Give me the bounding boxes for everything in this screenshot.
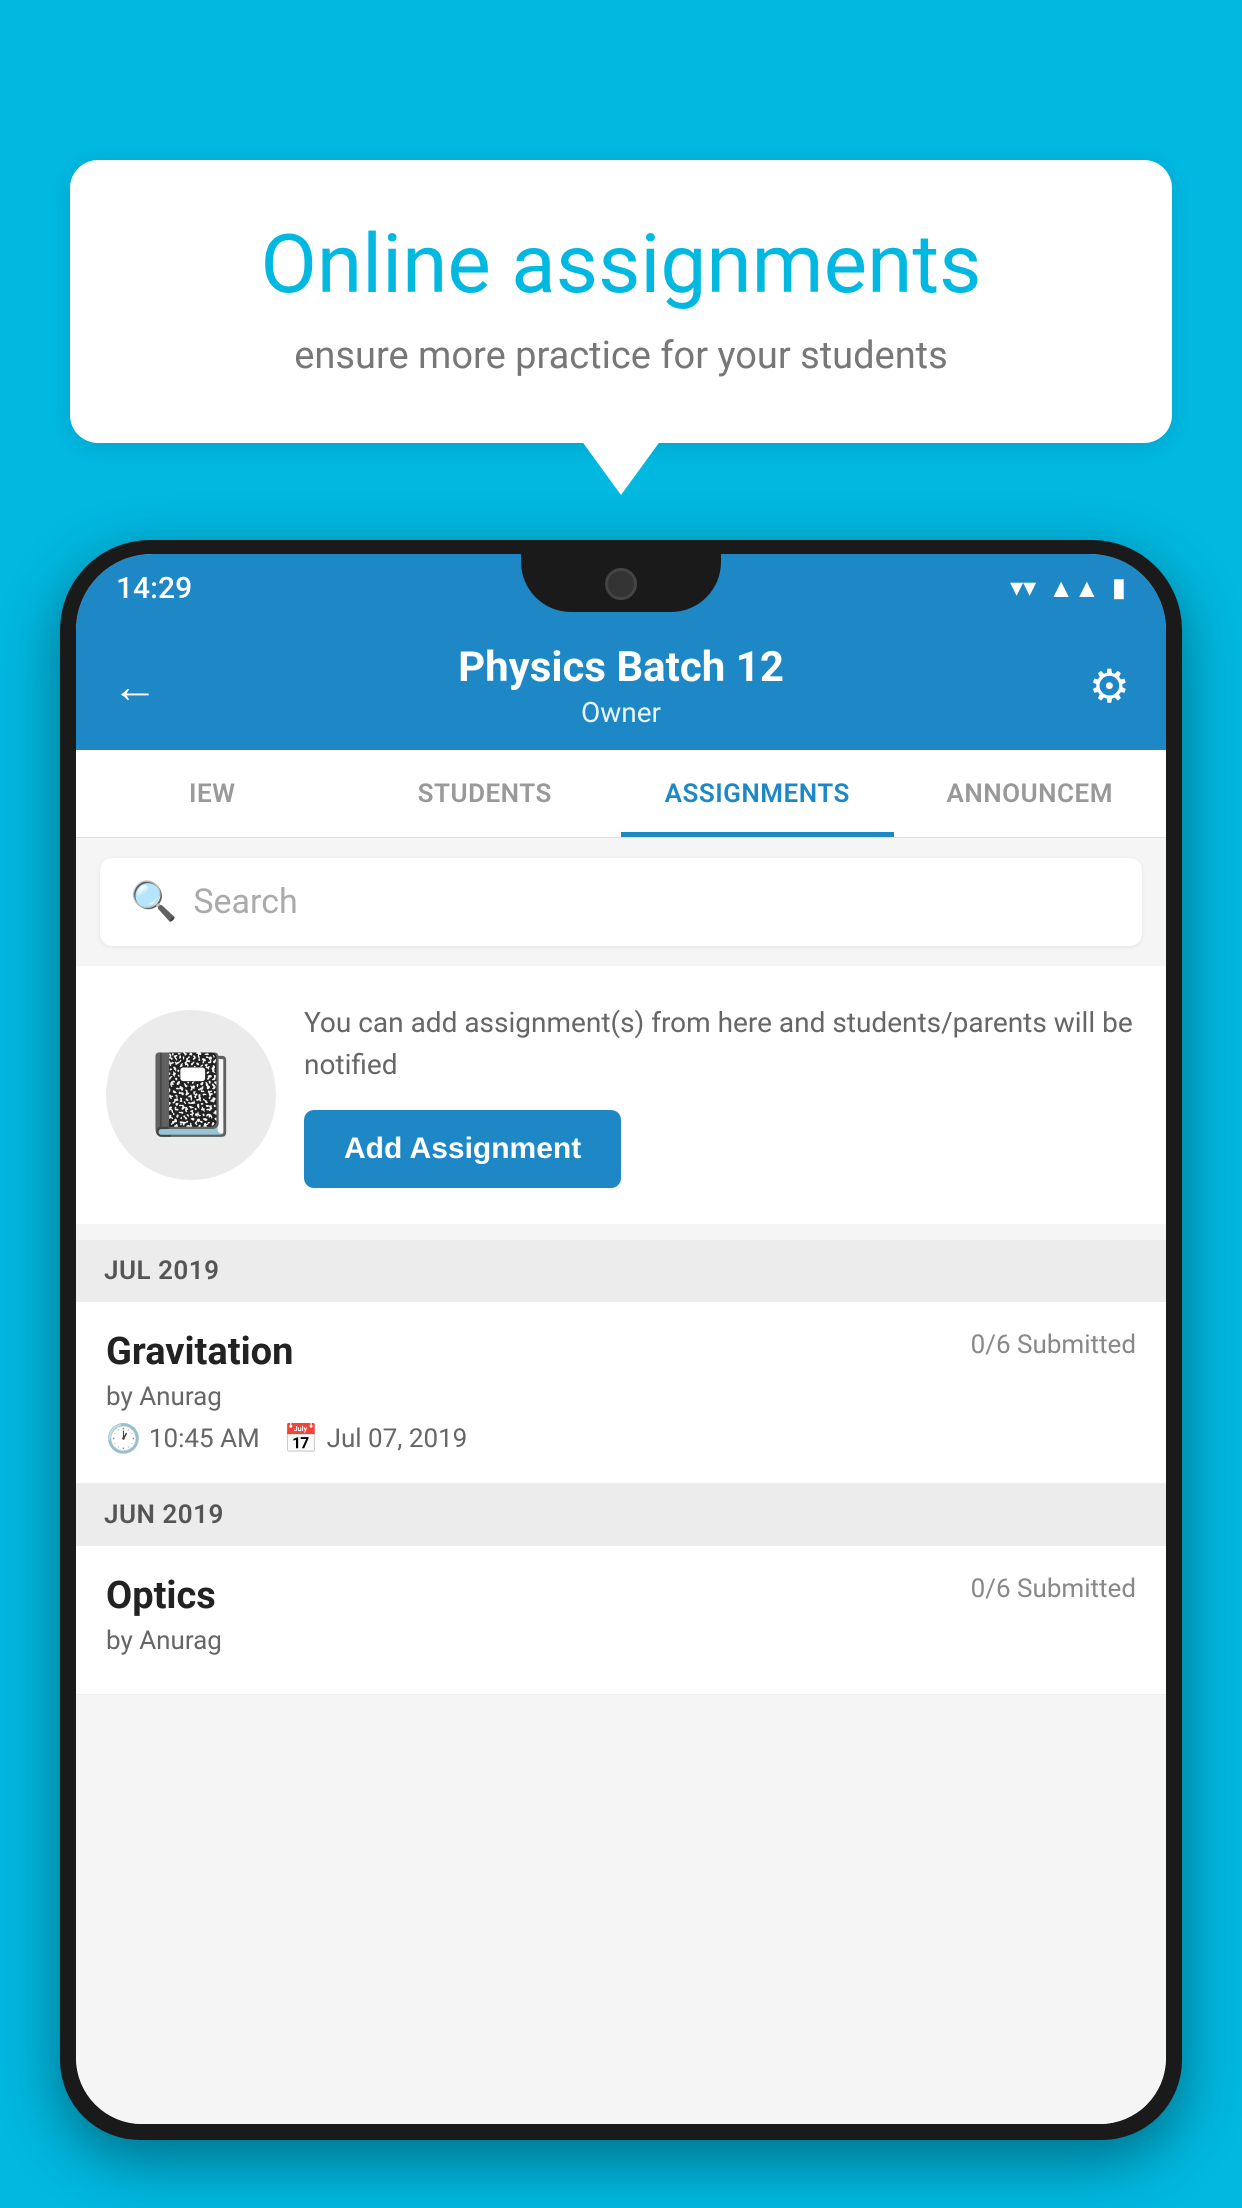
promo-icon-circle: 📓: [106, 1010, 276, 1180]
assignment-submitted: 0/6 Submitted: [971, 1330, 1136, 1360]
clock-icon: 🕐: [106, 1422, 141, 1455]
calendar-icon: 📅: [284, 1422, 319, 1455]
section-header-jun: JUN 2019: [76, 1484, 1166, 1546]
section-header-jul: JUL 2019: [76, 1240, 1166, 1302]
add-assignment-button[interactable]: Add Assignment: [304, 1110, 621, 1188]
wifi-icon: ▾▾: [1010, 573, 1036, 603]
settings-button[interactable]: ⚙: [1089, 659, 1130, 714]
tab-announcements[interactable]: ANNOUNCEM: [894, 750, 1167, 837]
status-icons: ▾▾ ▲▲ ▮: [1010, 573, 1126, 604]
search-icon: 🔍: [130, 880, 177, 924]
assignment-by: by Anurag: [106, 1382, 1136, 1412]
assignment-time: 🕐 10:45 AM: [106, 1422, 260, 1455]
assignment-name-optics: Optics: [106, 1574, 216, 1618]
tabs-bar: IEW STUDENTS ASSIGNMENTS ANNOUNCEM: [76, 750, 1166, 838]
status-time: 14:29: [116, 571, 192, 606]
promo-text-group: You can add assignment(s) from here and …: [304, 1002, 1136, 1188]
assignment-meta: 🕐 10:45 AM 📅 Jul 07, 2019: [106, 1422, 1136, 1455]
tab-students[interactable]: STUDENTS: [349, 750, 622, 837]
promo-bubble: Online assignments ensure more practice …: [70, 160, 1172, 443]
assignment-date: 📅 Jul 07, 2019: [284, 1422, 468, 1455]
signal-icon: ▲▲: [1048, 573, 1099, 604]
header-title-group: Physics Batch 12 Owner: [458, 643, 784, 729]
battery-icon: ▮: [1112, 573, 1126, 603]
notebook-icon: 📓: [141, 1048, 241, 1142]
tab-iew[interactable]: IEW: [76, 750, 349, 837]
batch-title: Physics Batch 12: [458, 643, 784, 692]
search-bar[interactable]: 🔍 Search: [100, 858, 1142, 946]
phone-camera: [605, 568, 637, 600]
assignment-item-gravitation[interactable]: Gravitation 0/6 Submitted by Anurag 🕐 10…: [76, 1302, 1166, 1484]
assignment-item-optics[interactable]: Optics 0/6 Submitted by Anurag: [76, 1546, 1166, 1695]
assignment-by-optics: by Anurag: [106, 1626, 1136, 1656]
assignment-submitted-optics: 0/6 Submitted: [971, 1574, 1136, 1604]
tab-assignments[interactable]: ASSIGNMENTS: [621, 750, 894, 837]
search-placeholder: Search: [193, 882, 297, 922]
assignment-name: Gravitation: [106, 1330, 293, 1374]
phone-notch: [521, 554, 721, 612]
content-area: 🔍 Search 📓 You can add assignment(s) fro…: [76, 838, 1166, 2124]
promo-card: 📓 You can add assignment(s) from here an…: [76, 966, 1166, 1224]
app-header: ← Physics Batch 12 Owner ⚙: [76, 622, 1166, 750]
phone-frame: 14:29 ▾▾ ▲▲ ▮ ← Physics Batch 12 Owner ⚙: [60, 540, 1182, 2208]
back-button[interactable]: ←: [112, 659, 158, 714]
batch-subtitle: Owner: [458, 696, 784, 729]
bubble-title: Online assignments: [140, 220, 1102, 310]
promo-description: You can add assignment(s) from here and …: [304, 1002, 1136, 1086]
bubble-subtitle: ensure more practice for your students: [140, 334, 1102, 378]
